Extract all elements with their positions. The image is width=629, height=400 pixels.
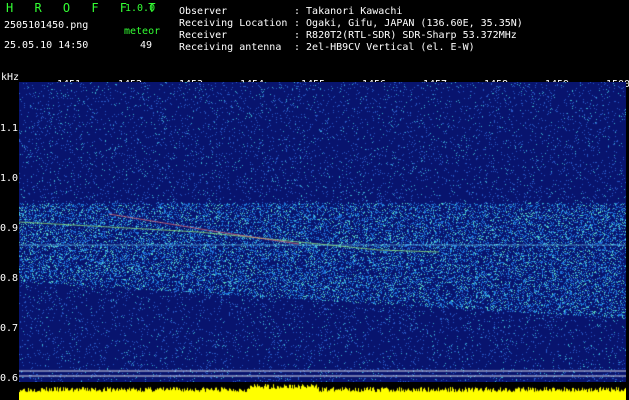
app-version: 1.0.0 bbox=[125, 3, 156, 14]
y-tick-label: 1.1 bbox=[0, 123, 19, 134]
y-tick-label: 0.6 bbox=[0, 373, 19, 384]
header-panel: H R O F F T 1.0.0 2505101450.png 25.05.1… bbox=[0, 0, 629, 72]
antenna-value: : 2el-HB9CV Vertical (el. E-W) bbox=[294, 42, 475, 53]
antenna-label: Receiving antenna bbox=[179, 42, 282, 53]
y-unit-label: kHz bbox=[1, 72, 20, 83]
file-name: 2505101450.png bbox=[4, 20, 89, 31]
file-datetime: 25.05.10 14:50 bbox=[4, 40, 89, 51]
observer-value: : Takanori Kawachi bbox=[294, 6, 403, 17]
y-tick-label: 0.9 bbox=[0, 223, 19, 234]
observer-label: Observer bbox=[179, 6, 228, 17]
y-tick-label: 0.8 bbox=[0, 273, 19, 284]
meteor-label: meteor bbox=[124, 26, 161, 37]
location-label: Receiving Location bbox=[179, 18, 288, 29]
receiver-label: Receiver bbox=[179, 30, 228, 41]
y-tick-label: 0.7 bbox=[0, 323, 19, 334]
activity-bar bbox=[19, 382, 626, 400]
spectrogram-display bbox=[19, 82, 626, 382]
location-value: : Ogaki, Gifu, JAPAN (136.60E, 35.35N) bbox=[294, 18, 523, 29]
receiver-value: : R820T2(RTL-SDR) SDR-Sharp 53.372MHz bbox=[294, 30, 517, 41]
y-tick-label: 1.0 bbox=[0, 173, 19, 184]
meteor-count: 49 bbox=[140, 40, 153, 51]
